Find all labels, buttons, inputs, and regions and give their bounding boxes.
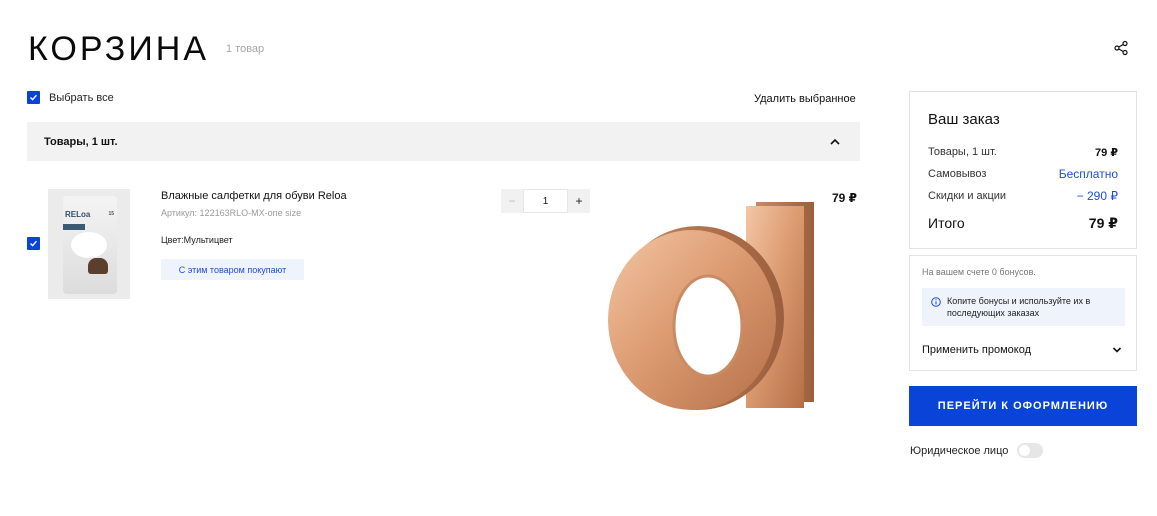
wipes-package: RELoa 15	[63, 196, 117, 294]
bonus-panel: На вашем счете 0 бонусов. Копите бонусы …	[909, 255, 1137, 371]
page-title: КОРЗИНА	[28, 30, 210, 68]
cart-group-header[interactable]: Товары, 1 шт.	[27, 122, 860, 161]
product-article: Артикул: 122163RLO-MX-one size	[161, 208, 302, 218]
copper-letter-a-image	[608, 202, 814, 410]
bonus-info-text: Копите бонусы и используйте их в последу…	[947, 296, 1091, 318]
product-image[interactable]: RELoa 15	[48, 189, 130, 299]
product-price: 79 ₽	[832, 191, 858, 205]
quantity-stepper: − +	[501, 189, 590, 213]
info-icon	[931, 297, 941, 307]
checkout-button[interactable]: ПЕРЕЙТИ К ОФОРМЛЕНИЮ	[909, 386, 1137, 426]
cart-group-title: Товары, 1 шт.	[44, 135, 118, 148]
item-count: 1 товар	[226, 43, 265, 55]
chevron-down-icon[interactable]	[1112, 345, 1122, 355]
product-name[interactable]: Влажные салфетки для обуви Reloa	[161, 190, 347, 202]
shoe-illustration	[88, 258, 108, 274]
related-products-button[interactable]: С этим товаром покупают	[161, 259, 304, 280]
summary-goods-row: Товары, 1 шт. 79 ₽	[928, 146, 1118, 159]
item-checkbox[interactable]	[27, 237, 40, 250]
share-icon[interactable]	[1113, 40, 1129, 56]
promo-code-toggle[interactable]: Применить промокод	[922, 344, 1031, 356]
product-color: Цвет:Мультицвет	[161, 235, 233, 245]
legal-entity-label: Юридическое лицо	[910, 444, 1009, 457]
order-summary-title: Ваш заказ	[928, 111, 1000, 128]
package-count: 15	[108, 211, 114, 217]
bonus-info-box: Копите бонусы и используйте их в последу…	[922, 288, 1125, 326]
order-summary: Ваш заказ Товары, 1 шт. 79 ₽ Самовывоз Б…	[909, 91, 1137, 249]
checkbox-checked-icon	[27, 91, 40, 104]
quantity-input[interactable]	[523, 189, 568, 213]
bonus-balance: На вашем счете 0 бонусов.	[922, 267, 1036, 277]
chevron-up-icon[interactable]	[829, 136, 841, 148]
legal-entity-toggle[interactable]	[1017, 443, 1044, 458]
package-brand: RELoa	[65, 210, 91, 219]
summary-pickup-row: Самовывоз Бесплатно	[928, 167, 1118, 181]
delete-selected-link[interactable]: Удалить выбранное	[754, 93, 856, 105]
select-all-checkbox[interactable]: Выбрать все	[27, 91, 114, 104]
checkbox-checked-icon	[27, 237, 40, 250]
quantity-decrease-button[interactable]: −	[501, 189, 523, 213]
summary-total-row: Итого 79 ₽	[928, 215, 1118, 231]
summary-discounts-row: Скидки и акции − 290 ₽	[928, 189, 1118, 203]
select-all-label: Выбрать все	[49, 91, 114, 104]
legal-entity-toggle-row: Юридическое лицо	[910, 443, 1044, 458]
quantity-increase-button[interactable]: +	[568, 189, 590, 213]
